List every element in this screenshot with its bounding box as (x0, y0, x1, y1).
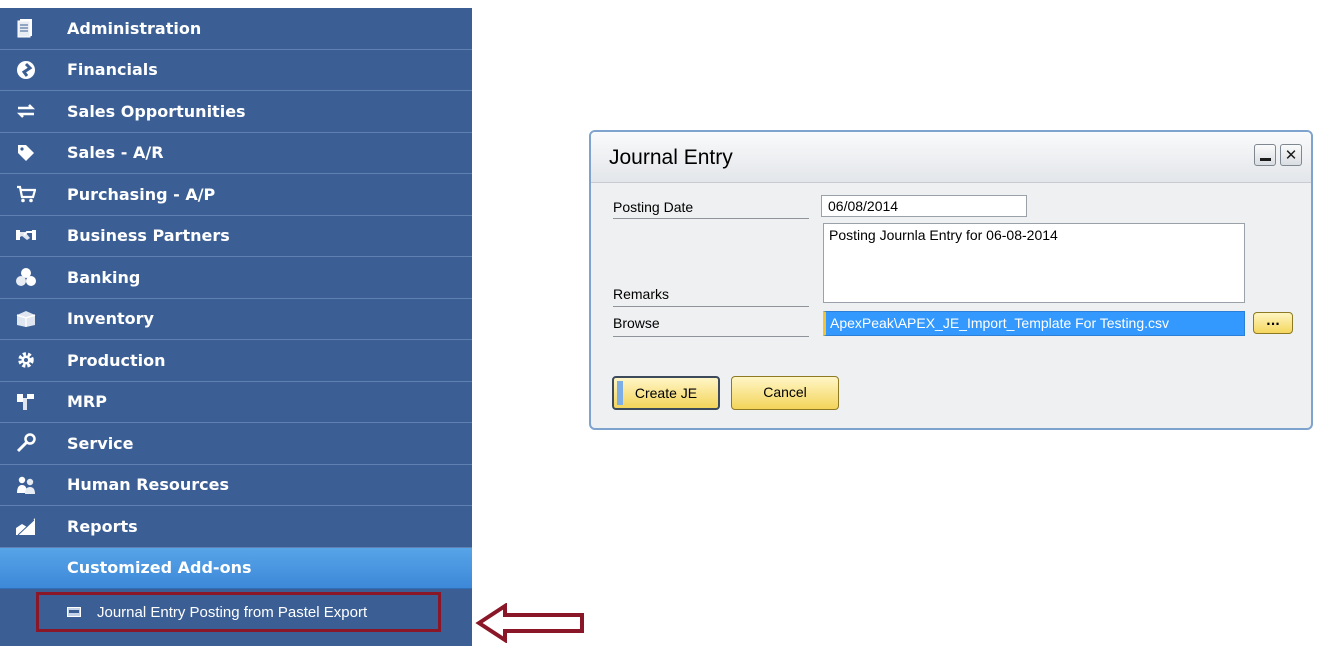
menu-item-purchasing-ap[interactable]: Purchasing - A/P (0, 174, 472, 216)
posting-date-input[interactable] (821, 195, 1027, 217)
mrp-icon (13, 391, 39, 413)
cancel-button[interactable]: Cancel (731, 376, 839, 410)
journal-entry-dialog: Journal Entry ✕ Posting Date Posting Jou… (589, 130, 1313, 430)
menu-item-label: Reports (67, 516, 138, 536)
box-icon (13, 308, 39, 330)
menu-item-mrp[interactable]: MRP (0, 382, 472, 423)
minimize-button[interactable] (1254, 144, 1276, 166)
menu-item-label: Financials (67, 60, 158, 80)
posting-date-underline (613, 218, 809, 219)
close-button[interactable]: ✕ (1280, 144, 1302, 166)
dialog-title: Journal Entry (609, 146, 733, 169)
menu-item-human-resources[interactable]: Human Resources (0, 465, 472, 506)
menu-item-label: MRP (67, 392, 107, 412)
browse-label: Browse (613, 315, 660, 331)
posting-date-label: Posting Date (613, 199, 694, 215)
menu-item-label: Sales - A/R (67, 143, 164, 163)
browse-button[interactable]: ... (1253, 312, 1293, 334)
menu-item-business-partners[interactable]: Business Partners (0, 216, 472, 257)
gear-icon (13, 349, 39, 371)
remarks-label: Remarks (613, 286, 670, 302)
menu-item-administration[interactable]: Administration (0, 8, 472, 50)
pointer-arrow-icon (475, 603, 584, 643)
menu-item-sales-opportunities[interactable]: Sales Opportunities (0, 91, 472, 133)
menu-item-label: Purchasing - A/P (67, 184, 216, 204)
menu-item-production[interactable]: Production (0, 340, 472, 382)
handshake-icon (13, 225, 39, 247)
tag-icon (13, 142, 39, 164)
menu-item-customized-addons[interactable]: Customized Add-ons (0, 547, 472, 589)
menu-item-reports[interactable]: Reports (0, 506, 472, 548)
menu-item-label: Service (67, 433, 134, 453)
customized-addons-submenu: Journal Entry Posting from Pastel Export (0, 589, 472, 633)
menu-item-label: Customized Add-ons (67, 558, 252, 578)
browse-underline (613, 336, 809, 337)
menu-item-financials[interactable]: Financials (0, 50, 472, 91)
form-icon (67, 607, 81, 617)
menu-item-label: Banking (67, 267, 141, 287)
menu-item-label: Inventory (67, 309, 154, 329)
coins-icon (13, 266, 39, 288)
close-icon: ✕ (1284, 146, 1298, 164)
submenu-item-je-posting[interactable]: Journal Entry Posting from Pastel Export (36, 592, 441, 632)
menu-item-label: Sales Opportunities (67, 101, 246, 121)
remarks-underline (613, 306, 809, 307)
menu-item-label: Administration (67, 18, 202, 38)
people-icon (13, 474, 39, 496)
menu-item-label: Production (67, 350, 166, 370)
opportunities-icon (13, 100, 39, 122)
menu-item-banking[interactable]: Banking (0, 257, 472, 299)
financials-icon (13, 59, 39, 81)
menu-item-service[interactable]: Service (0, 423, 472, 465)
menu-item-label: Business Partners (67, 226, 230, 246)
submenu-item-label: Journal Entry Posting from Pastel Export (97, 603, 368, 621)
main-menu-sidebar: Administration Financials Sales Opportun… (0, 8, 472, 646)
menu-item-label: Human Resources (67, 475, 230, 495)
create-je-label: Create JE (634, 385, 698, 401)
cancel-label: Cancel (763, 384, 807, 400)
menu-item-sales-ar[interactable]: Sales - A/R (0, 133, 472, 174)
wrench-icon (13, 432, 39, 454)
document-icon (13, 17, 39, 39)
menu-item-inventory[interactable]: Inventory (0, 299, 472, 340)
cart-icon (13, 183, 39, 205)
chart-icon (13, 515, 39, 537)
browse-path-input[interactable]: ApexPeak\APEX_JE_Import_Template For Tes… (823, 311, 1245, 336)
remarks-textarea[interactable]: Posting Journla Entry for 06-08-2014 (823, 223, 1245, 303)
create-je-button[interactable]: Create JE (612, 376, 720, 410)
dialog-titlebar[interactable]: Journal Entry ✕ (591, 132, 1311, 183)
